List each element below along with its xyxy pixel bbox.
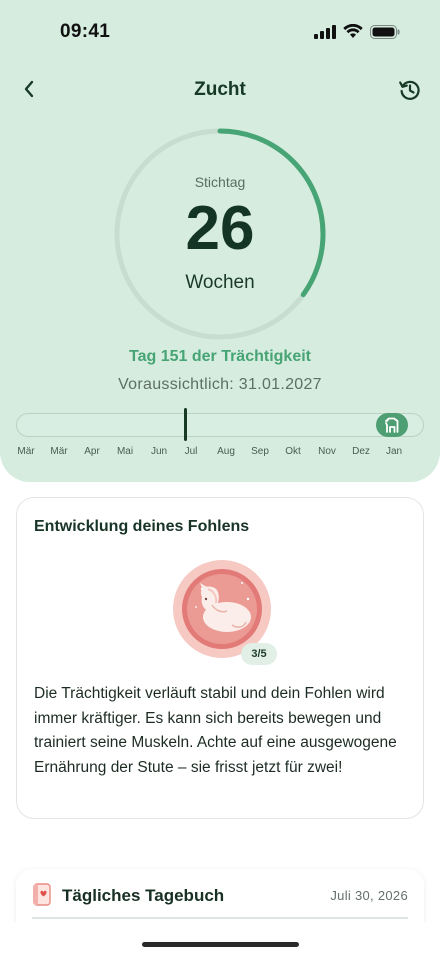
- foal-development-card: Entwicklung deines Fohlens 3/5 Die Träch…: [16, 497, 424, 819]
- diary-title: Tägliches Tagebuch: [62, 886, 225, 905]
- diary-icon: [33, 883, 51, 906]
- pregnancy-day: Tag 151 der Trächtigkeit: [129, 348, 311, 365]
- history-icon: [399, 80, 420, 100]
- card-title: Entwicklung deines Fohlens: [34, 518, 250, 535]
- timeline-month-label: Mär: [17, 446, 35, 457]
- timeline-month-label: Dez: [352, 446, 370, 457]
- navigation-bar: Zucht: [0, 72, 440, 108]
- status-icons: [314, 24, 400, 39]
- history-button[interactable]: [394, 74, 426, 106]
- development-description: Die Trächtigkeit verläuft stabil und dei…: [34, 685, 397, 776]
- page-title: Zucht: [194, 79, 246, 100]
- timeline-month-label: Mär: [50, 446, 68, 457]
- timeline-month-label: Okt: [285, 446, 301, 457]
- weeks-value: 26: [185, 194, 255, 263]
- timeline-month-label: Mai: [116, 446, 134, 457]
- wifi-icon: [343, 24, 363, 38]
- timeline-month-label: Aug: [217, 446, 235, 457]
- home-indicator: [142, 942, 299, 947]
- timeline-month-label: Jan: [385, 446, 403, 457]
- development-progress-badge: 3/5: [241, 643, 277, 665]
- status-bar: 09:41: [0, 0, 440, 60]
- timeline-month-label: Sep: [251, 446, 269, 457]
- signal-icon: [314, 24, 336, 39]
- horse-icon: [385, 417, 399, 433]
- battery-icon: [370, 24, 400, 39]
- bottom-safe-area: [0, 922, 440, 956]
- timeline-month-label: Apr: [84, 446, 100, 457]
- timeline-end-badge: [376, 413, 408, 437]
- status-time: 09:41: [60, 21, 111, 42]
- diary-date: Juli 30, 2026: [330, 888, 408, 903]
- timeline-month-label: Nov: [318, 446, 336, 457]
- divider: [32, 917, 408, 919]
- timeline-month-label: Jul: [184, 446, 198, 457]
- due-label: Stichtag: [194, 174, 246, 190]
- timeline-track[interactable]: [16, 413, 424, 437]
- timeline-month-label: Jun: [150, 446, 168, 457]
- expected-due-date: Voraussichtlich: 31.01.2027: [118, 376, 322, 393]
- timeline-current-marker[interactable]: [184, 408, 187, 441]
- progress-ring: Stichtag 26 Wochen: [110, 124, 330, 344]
- weeks-unit: Wochen: [185, 272, 255, 293]
